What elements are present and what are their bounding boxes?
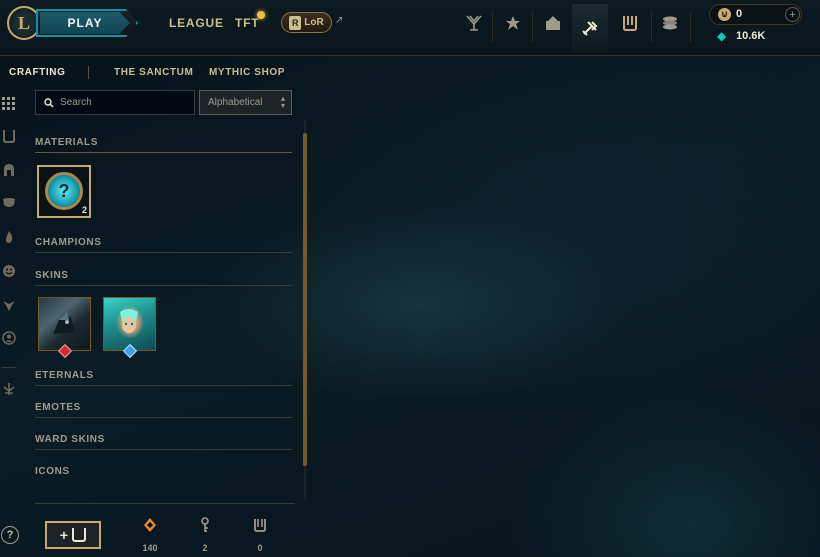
category-champions[interactable]: CHAMPIONS	[35, 237, 292, 253]
tab-the-sanctum[interactable]: THE SANCTUM	[114, 67, 193, 78]
top-navigation-bar: L PLAY LEAGUE TFT R LoR ↗ ⊍ 0 + ◆ 10.6K	[0, 0, 820, 56]
loot-tab-icon[interactable]	[572, 4, 608, 52]
filter-emotes-icon[interactable]	[0, 262, 18, 280]
chests-value: 0	[257, 543, 263, 553]
category-materials[interactable]: MATERIALS	[35, 137, 292, 153]
sort-value: Alphabetical	[208, 97, 263, 108]
rp-wallet: ⊍ 0 +	[709, 4, 802, 25]
orange-essence-icon	[135, 517, 165, 537]
league-logo-icon[interactable]: L	[7, 6, 41, 40]
chest-icon	[72, 528, 87, 542]
chests-counter: 0	[245, 517, 275, 553]
lor-label: LoR	[304, 17, 324, 28]
category-ward-skins[interactable]: WARD SKINS	[35, 434, 292, 450]
sort-dropdown[interactable]: Alphabetical ▴ ▾	[199, 90, 292, 115]
filter-ward-skins-icon[interactable]	[0, 296, 18, 314]
add-rp-button[interactable]: +	[785, 7, 800, 22]
mystery-orb-icon: ?	[45, 172, 83, 210]
filter-all-icon[interactable]	[0, 95, 18, 113]
nav-divider	[532, 12, 533, 42]
filter-misc-icon[interactable]	[0, 380, 18, 398]
orange-essence-counter: 140	[135, 517, 165, 553]
collection-icon[interactable]	[612, 8, 648, 38]
play-button[interactable]: PLAY	[40, 12, 130, 34]
profile-icon[interactable]	[535, 8, 571, 38]
external-link-icon: ↗	[335, 15, 344, 26]
teal-skin-icon	[120, 309, 138, 333]
tab-mythic-shop[interactable]: MYTHIC SHOP	[209, 67, 285, 78]
lor-badge-icon: R	[289, 15, 302, 30]
keys-counter: 2	[190, 517, 220, 553]
filter-skins-icon[interactable]	[0, 194, 18, 212]
nav-tft[interactable]: TFT	[235, 16, 259, 30]
search-field[interactable]	[35, 90, 195, 115]
category-eternals[interactable]: ETERNALS	[35, 370, 292, 386]
nav-league[interactable]: LEAGUE	[169, 16, 224, 30]
tft-notification-dot	[257, 11, 265, 19]
blue-essence-icon: ◆	[717, 29, 727, 43]
filter-chests-icon[interactable]	[0, 127, 18, 145]
skin-shard-tile[interactable]	[103, 297, 156, 359]
chest-count-icon	[245, 517, 275, 537]
dark-skin-icon	[53, 312, 75, 334]
search-icon	[44, 97, 54, 108]
key-icon	[190, 517, 220, 537]
material-count: 2	[81, 205, 87, 215]
filter-eternals-icon[interactable]	[0, 228, 18, 246]
clash-icon[interactable]	[495, 8, 531, 38]
add-loot-button[interactable]: +	[45, 521, 101, 549]
sort-arrows-icon: ▴ ▾	[280, 94, 285, 110]
rp-value: 0	[736, 8, 743, 20]
nav-divider	[690, 12, 691, 42]
help-button[interactable]: ?	[1, 526, 19, 544]
filter-icons-icon[interactable]	[0, 329, 18, 347]
keys-value: 2	[202, 543, 208, 553]
category-icons[interactable]: ICONS	[35, 466, 292, 482]
category-emotes[interactable]: EMOTES	[35, 402, 292, 418]
filter-champions-icon[interactable]	[0, 161, 18, 179]
tab-crafting[interactable]: CRAFTING	[9, 67, 65, 78]
lor-button[interactable]: R LoR	[281, 12, 332, 33]
scrollbar-thumb[interactable]	[303, 133, 307, 466]
material-tile[interactable]: ? 2	[37, 165, 91, 218]
plus-icon: +	[59, 527, 69, 543]
category-skins[interactable]: SKINS	[35, 270, 292, 286]
riot-points-icon: ⊍	[718, 8, 731, 21]
footer-divider	[35, 503, 295, 504]
rail-divider	[2, 367, 16, 368]
trophy-icon[interactable]	[456, 8, 492, 38]
orange-essence-value: 140	[142, 543, 158, 553]
search-input[interactable]	[60, 97, 190, 108]
nav-divider	[492, 12, 493, 42]
blue-essence-value: 10.6K	[736, 30, 766, 42]
subnav-divider	[88, 66, 89, 79]
store-icon[interactable]	[652, 8, 688, 38]
skin-shard-tile[interactable]	[38, 297, 91, 359]
